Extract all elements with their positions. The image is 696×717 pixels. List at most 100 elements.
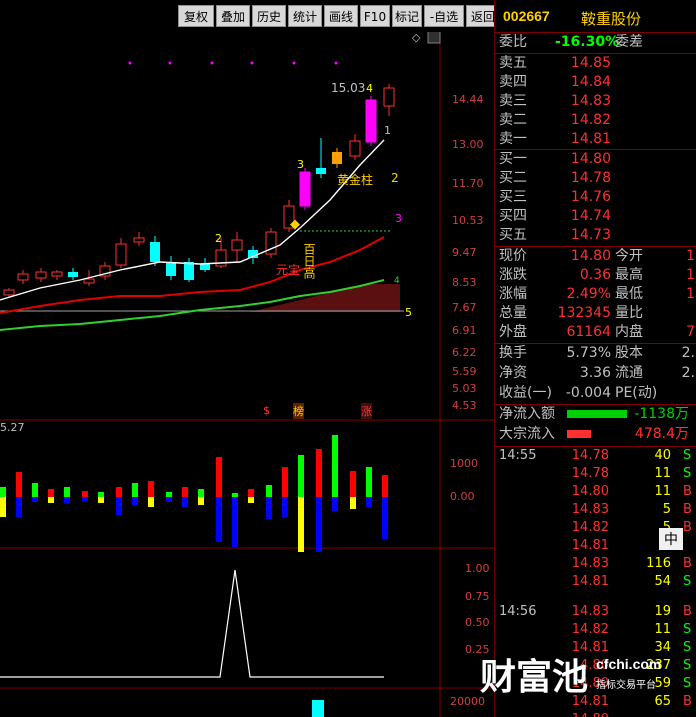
volume-bar-down[interactable] bbox=[282, 497, 288, 517]
sell-row[interactable]: 卖二 14.82 bbox=[495, 111, 696, 130]
tongji-button[interactable]: 统计 bbox=[288, 5, 322, 27]
volume-bar-up[interactable] bbox=[198, 489, 204, 497]
tick-row[interactable]: 14.78 11 S bbox=[495, 465, 696, 483]
fuquan-button[interactable]: 复权 bbox=[178, 5, 214, 27]
diamond-icon[interactable]: ◇ bbox=[412, 32, 421, 44]
candle-body[interactable] bbox=[184, 262, 194, 280]
volume-bar-up[interactable] bbox=[366, 467, 372, 497]
volume-bar-down[interactable] bbox=[148, 497, 154, 507]
volume-bar-down[interactable] bbox=[82, 497, 88, 501]
buy-row[interactable]: 买一 14.80 bbox=[495, 150, 696, 169]
f10-button[interactable]: F10 bbox=[360, 5, 390, 27]
tick-row[interactable]: 14.81 54 S bbox=[495, 573, 696, 591]
candle-body[interactable] bbox=[231, 239, 243, 251]
bang-icon[interactable]: 榜 bbox=[293, 403, 304, 419]
volume-bar-up[interactable] bbox=[166, 492, 172, 497]
candle-body[interactable] bbox=[51, 271, 63, 277]
volume-bar-up[interactable] bbox=[48, 489, 54, 497]
volume-bar-up[interactable] bbox=[216, 457, 222, 497]
volume-bar-down[interactable] bbox=[332, 497, 338, 511]
volume-bar-down[interactable] bbox=[132, 497, 138, 505]
buy-row[interactable]: 买三 14.76 bbox=[495, 188, 696, 207]
candle-body[interactable] bbox=[133, 237, 145, 243]
volume-bar-down[interactable] bbox=[182, 497, 188, 507]
volume-bar-up[interactable] bbox=[182, 487, 188, 497]
volume-bar-up[interactable] bbox=[98, 492, 104, 497]
tick-row[interactable]: 14:55 14.78 40 S bbox=[495, 447, 696, 465]
buy-row[interactable]: 买五 14.73 bbox=[495, 226, 696, 245]
volume-bar-up[interactable] bbox=[232, 493, 238, 497]
kline-chart-svg[interactable]: ◇ bbox=[0, 0, 494, 717]
candlesticks[interactable] bbox=[3, 84, 395, 298]
volume-bar-up[interactable] bbox=[0, 487, 6, 497]
volume-bar-down[interactable] bbox=[48, 497, 54, 503]
zixuan-button[interactable]: -自选 bbox=[424, 5, 464, 27]
candle-body[interactable] bbox=[17, 273, 29, 281]
sell-row[interactable]: 卖三 14.83 bbox=[495, 92, 696, 111]
volume-bar-up[interactable] bbox=[64, 487, 70, 497]
sell-row[interactable]: 卖四 14.84 bbox=[495, 73, 696, 92]
buy-row[interactable]: 买四 14.74 bbox=[495, 207, 696, 226]
huaxian-button[interactable]: 画线 bbox=[324, 5, 358, 27]
volume-bar-up[interactable] bbox=[116, 487, 122, 497]
volume-bar-down[interactable] bbox=[16, 497, 22, 517]
volume-bar-up[interactable] bbox=[350, 471, 356, 497]
candle-body[interactable] bbox=[35, 271, 47, 279]
candle-body[interactable] bbox=[83, 278, 95, 284]
ime-indicator[interactable]: 中 bbox=[659, 528, 683, 550]
volume-bar-up[interactable] bbox=[316, 449, 322, 497]
buy-row[interactable]: 买二 14.78 bbox=[495, 169, 696, 188]
volume-bar-up[interactable] bbox=[132, 483, 138, 497]
candle-body[interactable] bbox=[383, 87, 395, 107]
volume-bars[interactable] bbox=[0, 435, 388, 552]
sell-row[interactable]: 卖五 14.85 bbox=[495, 54, 696, 73]
tick-row[interactable]: 14.83 5 B bbox=[495, 501, 696, 519]
candle-body[interactable] bbox=[316, 168, 326, 174]
volume-bar-down[interactable] bbox=[316, 497, 322, 552]
kline-chart-area[interactable]: ◇ 14.44 13.00 11.70 10.53 9.47 8.53 7.67 6.91 6.… bbox=[0, 0, 494, 717]
volume-bar-down[interactable] bbox=[248, 497, 254, 503]
candle-body[interactable] bbox=[115, 243, 127, 266]
volume-bar-down[interactable] bbox=[382, 497, 388, 539]
lishi-button[interactable]: 历史 bbox=[252, 5, 286, 27]
tick-row[interactable]: 14.80 11 B bbox=[495, 483, 696, 501]
volume-bar-down[interactable] bbox=[216, 497, 222, 542]
volume-bar-up[interactable] bbox=[248, 489, 254, 497]
candle-body[interactable] bbox=[166, 262, 176, 276]
volume-bar-down[interactable] bbox=[166, 497, 172, 502]
dollar-icon[interactable]: $ bbox=[263, 404, 270, 417]
tick-row[interactable]: 14.82 11 S bbox=[495, 621, 696, 639]
zhang-icon[interactable]: 涨 bbox=[361, 403, 372, 419]
volume-bar-up[interactable] bbox=[282, 467, 288, 497]
volume-bar-down[interactable] bbox=[198, 497, 204, 505]
volume-bar-down[interactable] bbox=[350, 497, 356, 509]
volume-bar-down[interactable] bbox=[266, 497, 272, 519]
candle-body[interactable] bbox=[3, 289, 15, 296]
volume-bar-down[interactable] bbox=[0, 497, 6, 517]
volume-bar-down[interactable] bbox=[366, 497, 372, 507]
biaoji-button[interactable]: 标记 bbox=[392, 5, 422, 27]
volume-bar-down[interactable] bbox=[232, 497, 238, 547]
candle-body[interactable] bbox=[349, 140, 361, 157]
tick-row[interactable]: 14:56 14.83 19 B bbox=[495, 603, 696, 621]
volume-bar-up[interactable] bbox=[32, 483, 38, 497]
diejia-button[interactable]: 叠加 bbox=[216, 5, 250, 27]
bottom-volume-bar[interactable] bbox=[312, 700, 324, 717]
candle-body[interactable] bbox=[68, 272, 78, 277]
candle-body[interactable] bbox=[332, 152, 342, 164]
expand-icon[interactable] bbox=[427, 30, 441, 44]
sell-row[interactable]: 卖一 14.81 bbox=[495, 130, 696, 149]
tick-row[interactable]: 14.83 116 B bbox=[495, 555, 696, 573]
volume-bar-up[interactable] bbox=[382, 475, 388, 497]
volume-bar-up[interactable] bbox=[332, 435, 338, 497]
candle-body[interactable] bbox=[150, 242, 160, 262]
candle-body[interactable] bbox=[299, 171, 311, 207]
volume-bar-up[interactable] bbox=[82, 491, 88, 497]
volume-bar-down[interactable] bbox=[64, 497, 70, 503]
volume-bar-down[interactable] bbox=[116, 497, 122, 515]
volume-bar-up[interactable] bbox=[266, 485, 272, 497]
volume-bar-up[interactable] bbox=[16, 472, 22, 497]
volume-bar-down[interactable] bbox=[298, 497, 304, 552]
volume-bar-down[interactable] bbox=[98, 497, 104, 503]
candle-body[interactable] bbox=[365, 99, 377, 143]
